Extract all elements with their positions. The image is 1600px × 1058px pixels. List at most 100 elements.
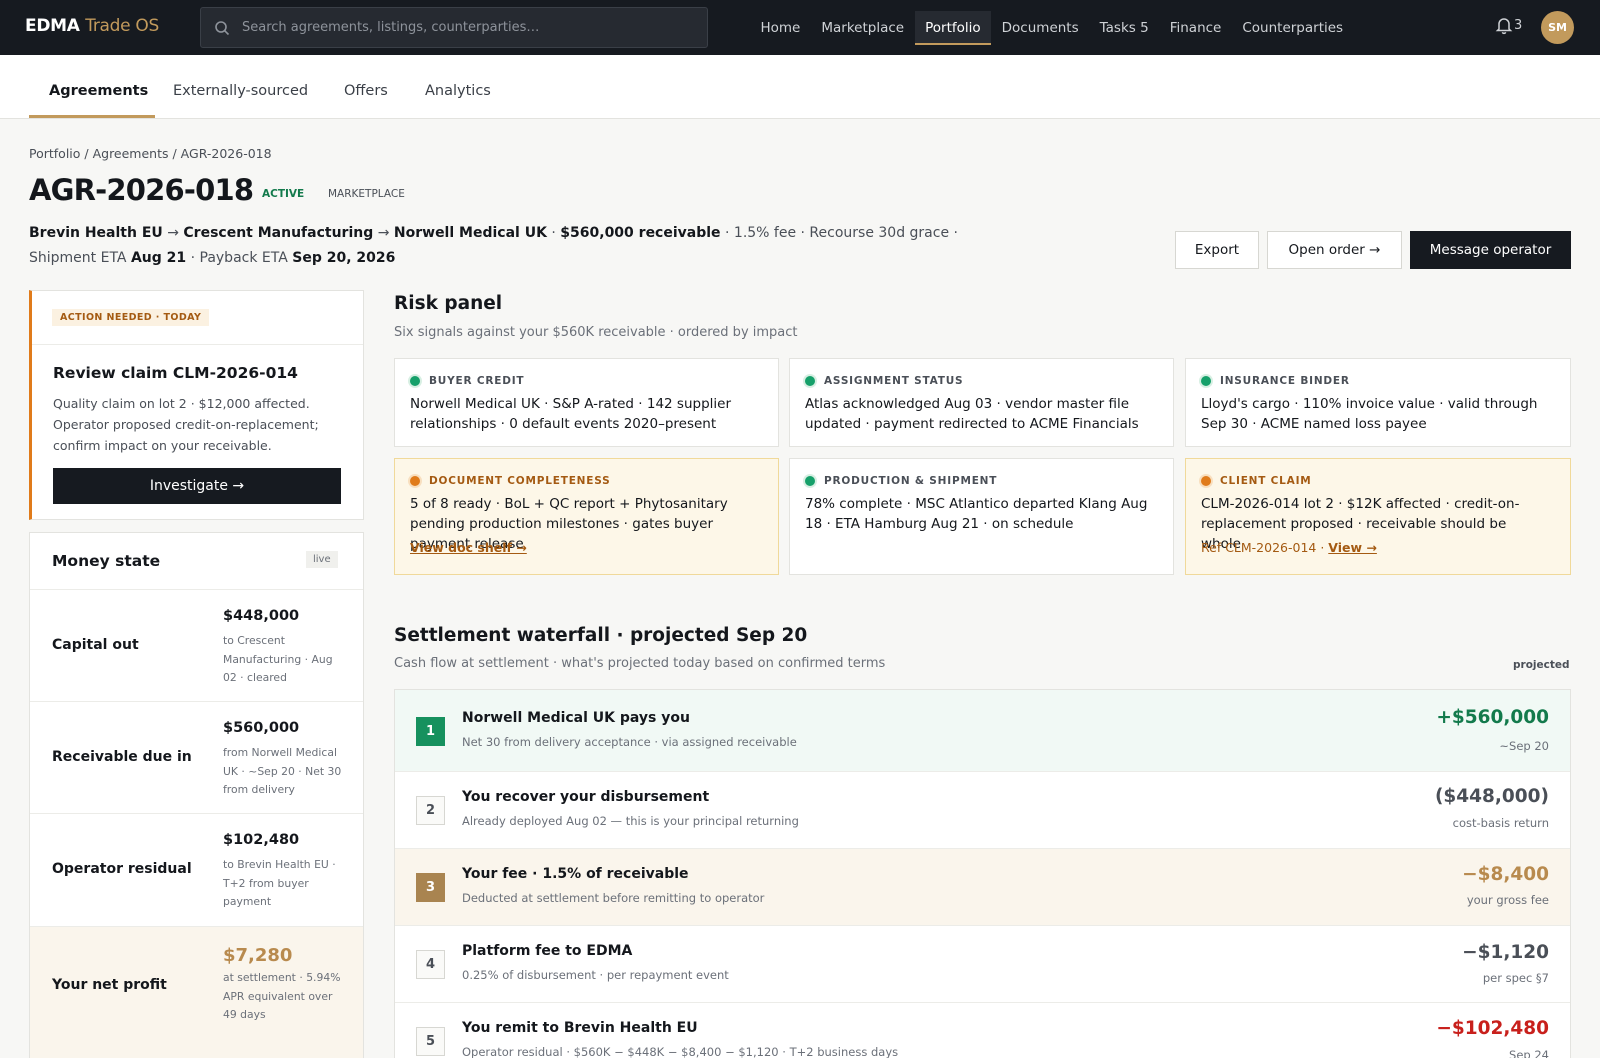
risk-card-buyer-credit: BUYER CREDIT Norwell Medical UK · S&P A-… (394, 358, 779, 447)
shipment-eta: Aug 21 (130, 249, 187, 266)
status-badge: ACTIVE (262, 188, 305, 200)
message-operator-button[interactable]: Message operator (1410, 231, 1571, 269)
search-input[interactable] (242, 20, 682, 35)
risk-card-title: INSURANCE BINDER (1220, 375, 1350, 387)
money-row-operator-residual: Operator residual $102,480 to Brevin Hea… (30, 813, 363, 926)
step-number: 4 (416, 950, 445, 979)
risk-card-body: Atlas acknowledged Aug 03 · vendor maste… (805, 396, 1139, 432)
page-title: AGR-2026-018 (29, 173, 254, 207)
main-nav: Home Marketplace Portfolio Documents Tas… (750, 0, 1354, 55)
money-label: Operator residual (52, 861, 192, 877)
risk-panel-title: Risk panel (394, 293, 503, 314)
step-title: Norwell Medical UK pays you (462, 710, 690, 726)
money-state-title: Money state (52, 552, 161, 570)
waterfall-row: 5 You remit to Brevin Health EU Operator… (395, 1003, 1570, 1058)
money-value: $448,000 (223, 608, 300, 624)
money-value: $560,000 (223, 720, 300, 736)
notification-count: 3 (1514, 17, 1523, 33)
nav-tasks[interactable]: Tasks 5 (1089, 11, 1159, 45)
tab-analytics[interactable]: Analytics (425, 83, 491, 99)
waterfall-row: 1 Norwell Medical UK pays you Net 30 fro… (395, 690, 1570, 772)
risk-card-document-completeness: DOCUMENT COMPLETENESS 5 of 8 ready · BoL… (394, 458, 779, 575)
top-navigation-bar: EDMA Trade OS Home Marketplace Portfolio… (0, 0, 1600, 55)
nav-marketplace[interactable]: Marketplace (811, 11, 915, 45)
view-claim-link[interactable]: View → (1328, 540, 1377, 555)
risk-card-footer: Ref CLM-2026-014 · View → (1201, 540, 1377, 555)
risk-card-title: ASSIGNMENT STATUS (824, 375, 964, 387)
step-amount: ($448,000) (1434, 786, 1549, 807)
investigate-button[interactable]: Investigate → (53, 468, 341, 504)
step-note: Sep 24 (1509, 1048, 1549, 1058)
divider (32, 344, 363, 345)
nav-documents[interactable]: Documents (991, 11, 1089, 45)
step-number: 3 (416, 873, 445, 902)
money-label: Your net profit (52, 977, 167, 993)
risk-card-body: 78% complete · MSC Atlantico departed Kl… (805, 496, 1148, 532)
risk-card-header: ASSIGNMENT STATUS (805, 375, 963, 387)
risk-card-footer: View doc shelf → (410, 540, 527, 555)
step-amount: +$560,000 (1436, 707, 1549, 728)
waterfall-row: 2 You recover your disbursement Already … (395, 772, 1570, 849)
operator-name: Brevin Health EU (29, 225, 163, 241)
status-dot-icon (1201, 376, 1211, 386)
money-state-card: Money state live Capital out $448,000 to… (29, 532, 364, 1058)
export-button[interactable]: Export (1175, 231, 1259, 269)
status-dot-icon (805, 376, 815, 386)
warning-dot-icon (410, 476, 420, 486)
money-detail: at settlement · 5.94% APR equivalent ove… (223, 971, 341, 1021)
tab-offers[interactable]: Offers (344, 83, 388, 99)
net-profit-value: $7,280 (223, 945, 293, 966)
active-tab-indicator (29, 115, 155, 118)
step-amount: −$8,400 (1462, 864, 1549, 885)
step-number: 5 (416, 1027, 445, 1056)
step-number: 2 (416, 796, 445, 825)
waterfall-subtitle: Cash flow at settlement · what's project… (394, 656, 886, 671)
breadcrumb[interactable]: Portfolio / Agreements / AGR-2026-018 (29, 146, 272, 161)
step-note: cost-basis return (1452, 816, 1549, 830)
global-search[interactable] (200, 7, 708, 48)
risk-card-insurance-binder: INSURANCE BINDER Lloyd's cargo · 110% in… (1185, 358, 1571, 447)
brand-logo[interactable]: EDMA Trade OS (25, 16, 159, 36)
notifications-button[interactable]: 3 (1494, 15, 1522, 35)
waterfall-title: Settlement waterfall · projected Sep 20 (394, 625, 808, 646)
waterfall-row: 4 Platform fee to EDMA 0.25% of disburse… (395, 926, 1570, 1003)
live-badge: live (306, 551, 338, 568)
tab-agreements[interactable]: Agreements (49, 83, 148, 99)
claim-reference: Ref CLM-2026-014 · (1201, 540, 1329, 555)
view-doc-shelf-link[interactable]: View doc shelf → (410, 540, 527, 555)
step-note: ~Sep 20 (1499, 739, 1549, 753)
risk-card-production-shipment: PRODUCTION & SHIPMENT 78% complete · MSC… (789, 458, 1174, 575)
bell-icon (1495, 18, 1513, 35)
status-dot-icon (805, 476, 815, 486)
money-row-capital-out: Capital out $448,000 to Crescent Manufac… (30, 589, 363, 701)
risk-card-body: Norwell Medical UK · S&P A-rated · 142 s… (410, 396, 732, 432)
step-amount: −$1,120 (1462, 942, 1549, 963)
money-row-receivable: Receivable due in $560,000 from Norwell … (30, 701, 363, 813)
step-description: Net 30 from delivery acceptance · via as… (462, 735, 797, 749)
risk-card-client-claim: CLIENT CLAIM CLM-2026-014 lot 2 · $12K a… (1185, 458, 1571, 575)
receivable-amount: $560,000 receivable (560, 225, 721, 241)
step-amount: −$102,480 (1436, 1018, 1549, 1039)
waterfall-row: 3 Your fee · 1.5% of receivable Deducted… (395, 849, 1570, 926)
risk-card-title: DOCUMENT COMPLETENESS (429, 475, 611, 487)
supplier-name: Crescent Manufacturing (183, 225, 374, 241)
payback-date: Sep 20, 2026 (292, 249, 396, 266)
nav-counterparties[interactable]: Counterparties (1232, 11, 1354, 45)
risk-card-title: PRODUCTION & SHIPMENT (824, 475, 998, 487)
money-detail: to Crescent Manufacturing · Aug 02 · cle… (223, 634, 333, 684)
step-title: Your fee · 1.5% of receivable (462, 866, 689, 882)
nav-portfolio[interactable]: Portfolio (914, 10, 992, 45)
user-avatar[interactable]: SM (1541, 11, 1574, 44)
action-needed-card: ACTION NEEDED · TODAY Review claim CLM-2… (29, 290, 364, 520)
step-title: You remit to Brevin Health EU (462, 1020, 698, 1036)
step-note: your gross fee (1466, 893, 1549, 907)
nav-finance[interactable]: Finance (1159, 11, 1232, 45)
tab-externally-sourced[interactable]: Externally-sourced (173, 83, 308, 99)
buyer-name: Norwell Medical UK (393, 225, 547, 241)
nav-home[interactable]: Home (750, 11, 811, 45)
settlement-waterfall: 1 Norwell Medical UK pays you Net 30 fro… (394, 689, 1571, 1058)
brand-name: EDMA (25, 16, 80, 36)
risk-card-header: DOCUMENT COMPLETENESS (410, 475, 611, 487)
agreement-summary: Brevin Health EU → Crescent Manufacturin… (29, 225, 958, 266)
open-order-button[interactable]: Open order → (1267, 231, 1402, 269)
